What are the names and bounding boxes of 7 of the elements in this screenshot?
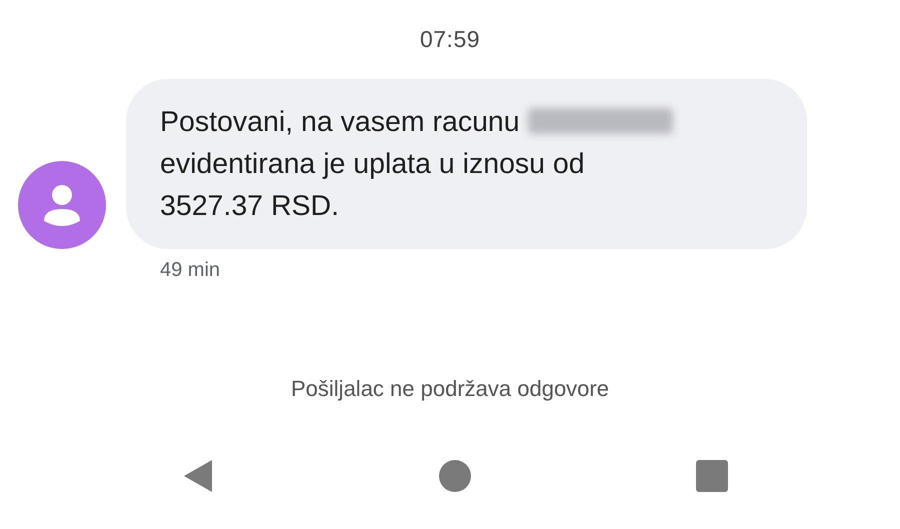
avatar-icon xyxy=(18,161,106,249)
reply-notice: Pošiljalac ne podržava odgovore xyxy=(291,376,609,402)
home-button[interactable] xyxy=(436,458,473,494)
message-text: Postovani, na vasem racunu evidentirana je uplata u iznosu od 3527.37 RSD. xyxy=(160,101,690,227)
message-time: 49 min xyxy=(160,259,220,282)
timestamp: 07:59 xyxy=(420,26,480,53)
recents-button[interactable] xyxy=(694,458,730,494)
